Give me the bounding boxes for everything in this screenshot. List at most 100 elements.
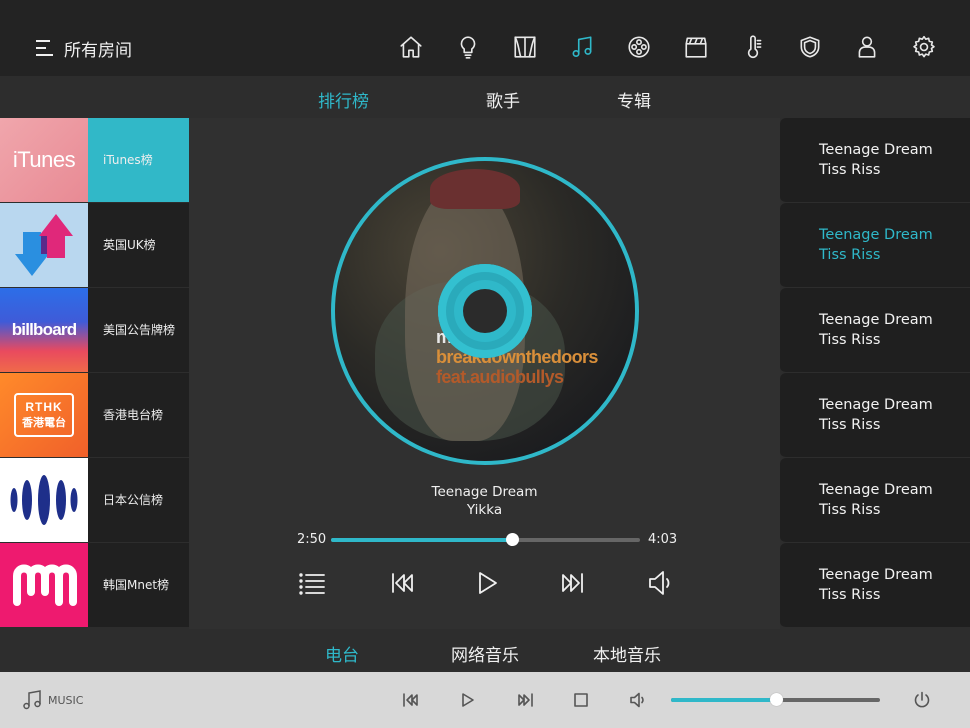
song-title: Teenage Dream: [819, 312, 933, 328]
tab-online-music[interactable]: 网络音乐: [451, 641, 519, 666]
song-item[interactable]: Teenage Dream Tiss Riss: [780, 458, 970, 543]
now-playing-artist: Yikka: [466, 502, 503, 518]
play-icon: [462, 693, 474, 707]
now-playing-panel: m breakdownthedoors feat.audiobullys Tee…: [189, 118, 780, 629]
play-icon: [479, 572, 497, 594]
song-item[interactable]: Teenage Dream Tiss Riss: [780, 118, 970, 203]
chart-name: iTunes榜: [103, 153, 153, 167]
music-note-icon[interactable]: [567, 32, 597, 62]
chart-item-itunes[interactable]: iTunes iTunes榜: [0, 118, 189, 203]
film-reel-icon[interactable]: [624, 32, 654, 62]
bottom-next-button[interactable]: [513, 688, 537, 712]
volume-fill: [671, 698, 776, 702]
song-artist: Tiss Riss: [819, 332, 881, 348]
duration-time: 4:03: [648, 532, 678, 547]
tab-artists[interactable]: 歌手: [486, 87, 520, 112]
next-button[interactable]: [556, 566, 590, 600]
chart-name: 香港电台榜: [103, 408, 164, 422]
progress-fill: [331, 538, 513, 542]
music-app: 所有房间 排行榜 歌手 专辑 iTunes iTunes榜 英国UK榜 bill…: [0, 0, 970, 728]
music-source[interactable]: MUSIC: [22, 689, 83, 711]
song-title: Teenage Dream: [819, 142, 933, 158]
song-title: Teenage Dream: [819, 482, 933, 498]
thermometer-icon[interactable]: [738, 32, 768, 62]
speaker-icon: [630, 692, 644, 708]
volume-button[interactable]: [643, 566, 677, 600]
category-tabs: 排行榜 歌手 专辑: [0, 76, 970, 118]
song-title: Teenage Dream: [819, 397, 933, 413]
song-artist: Tiss Riss: [819, 162, 881, 178]
chart-item-rthk[interactable]: RTHK 香港電台 香港电台榜: [0, 373, 189, 458]
album-cover-text: feat.audiobullys: [436, 367, 564, 387]
disc-hole: [463, 289, 507, 333]
music-label: MUSIC: [48, 693, 84, 707]
curtain-icon[interactable]: [510, 32, 540, 62]
playlist-button[interactable]: [295, 566, 329, 600]
album-disc: m breakdownthedoors feat.audiobullys: [331, 157, 639, 465]
song-item[interactable]: Teenage Dream Tiss Riss: [780, 203, 970, 288]
clapperboard-icon[interactable]: [681, 32, 711, 62]
mnet-logo: [0, 543, 88, 627]
bottom-previous-button[interactable]: [399, 688, 423, 712]
now-playing-title: Teenage Dream: [431, 484, 538, 500]
tab-charts[interactable]: 排行榜: [318, 87, 369, 112]
chart-item-mnet[interactable]: 韩国Mnet榜: [0, 543, 189, 628]
tab-local-music[interactable]: 本地音乐: [593, 641, 661, 666]
oricon-logo: [0, 458, 88, 542]
chart-name: 英国UK榜: [103, 238, 156, 252]
person-icon[interactable]: [852, 32, 882, 62]
chart-item-billboard[interactable]: billboard 美国公告牌榜: [0, 288, 189, 373]
volume-slider[interactable]: [671, 693, 880, 706]
home-icon[interactable]: [396, 32, 426, 62]
song-item[interactable]: Teenage Dream Tiss Riss: [780, 288, 970, 373]
previous-button[interactable]: [385, 566, 419, 600]
tab-radio[interactable]: 电台: [325, 641, 359, 666]
chart-list: iTunes iTunes榜 英国UK榜 billboard 美国公告牌榜 RT…: [0, 118, 189, 628]
speaker-icon: [649, 571, 670, 595]
music-note-icon: [23, 690, 41, 710]
song-artist: Tiss Riss: [819, 417, 881, 433]
billboard-logo: billboard: [0, 288, 88, 372]
chart-name: 美国公告牌榜: [103, 323, 176, 337]
song-title: Teenage Dream: [819, 227, 933, 243]
tab-albums[interactable]: 专辑: [617, 87, 651, 112]
previous-icon: [403, 693, 418, 707]
light-bulb-icon[interactable]: [453, 32, 483, 62]
song-item[interactable]: Teenage Dream Tiss Riss: [780, 543, 970, 628]
song-item[interactable]: Teenage Dream Tiss Riss: [780, 373, 970, 458]
song-artist: Tiss Riss: [819, 502, 881, 518]
room-selector[interactable]: 所有房间: [36, 30, 132, 66]
next-icon: [562, 573, 583, 593]
elapsed-time: 2:50: [297, 532, 327, 547]
power-button[interactable]: [910, 688, 934, 712]
previous-icon: [392, 573, 413, 593]
progress-slider[interactable]: [331, 533, 640, 546]
power-icon: [914, 691, 930, 708]
song-artist: Tiss Riss: [819, 587, 881, 603]
itunes-logo: iTunes: [0, 118, 88, 202]
shield-icon[interactable]: [795, 32, 825, 62]
song-title: Teenage Dream: [819, 567, 933, 583]
song-artist: Tiss Riss: [819, 247, 881, 263]
uk-chart-logo: [0, 203, 88, 287]
bottom-control-bar: MUSIC: [0, 672, 970, 728]
chart-item-japan[interactable]: 日本公信榜: [0, 458, 189, 543]
device-nav: [396, 32, 966, 62]
volume-knob[interactable]: [769, 693, 783, 706]
playlist-icon: [299, 573, 325, 595]
bottom-volume-button[interactable]: [626, 688, 650, 712]
progress-knob[interactable]: [506, 533, 520, 546]
rthk-logo: RTHK 香港電台: [0, 373, 88, 457]
play-button[interactable]: [470, 566, 504, 600]
room-label: 所有房间: [64, 40, 132, 61]
chart-name: 日本公信榜: [103, 493, 164, 507]
bottom-play-button[interactable]: [455, 688, 479, 712]
chart-item-uk[interactable]: 英国UK榜: [0, 203, 189, 288]
menu-icon: [36, 40, 54, 56]
stop-icon: [574, 693, 588, 707]
bottom-stop-button[interactable]: [569, 688, 593, 712]
top-bar: 所有房间: [0, 0, 970, 76]
next-icon: [518, 693, 533, 707]
source-tabs: 电台 网络音乐 本地音乐: [0, 629, 970, 672]
gear-icon[interactable]: [909, 32, 939, 62]
